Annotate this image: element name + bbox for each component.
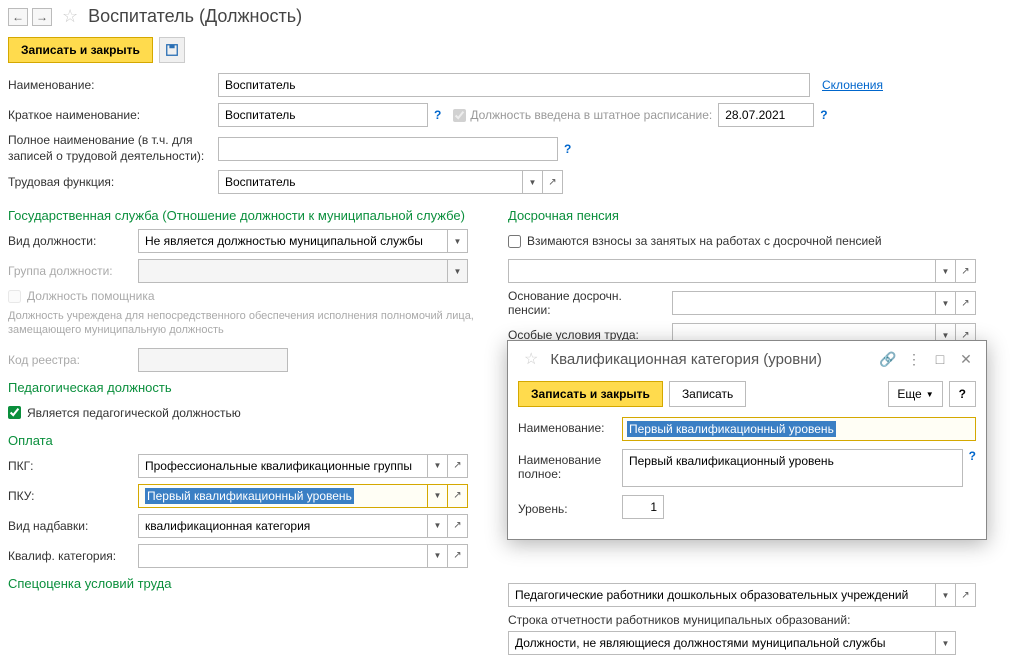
dropdown-button[interactable]: ▼ (936, 583, 956, 607)
help-icon[interactable]: ? (564, 142, 571, 156)
nav-forward-button[interactable]: → (32, 8, 52, 26)
bonus-input[interactable] (138, 514, 428, 538)
gov-section-title: Государственная служба (Отношение должно… (8, 208, 488, 223)
type-input[interactable] (138, 229, 448, 253)
pkg-label: ПКГ: (8, 459, 138, 473)
qual-label: Квалиф. категория: (8, 549, 138, 563)
pku-input[interactable]: Первый квалификационный уровень (138, 484, 428, 508)
save-and-close-button[interactable]: Записать и закрыть (8, 37, 153, 63)
maximize-icon[interactable]: □ (930, 349, 950, 369)
dropdown-button[interactable]: ▼ (428, 514, 448, 538)
pku-label: ПКУ: (8, 489, 138, 503)
page-header: ← → ☆ Воспитатель (Должность) (0, 0, 1024, 33)
qualification-dialog: ☆ Квалификационная категория (уровни) 🔗 … (507, 340, 987, 540)
reg-input (138, 348, 288, 372)
dialog-save-button[interactable]: Записать (669, 381, 746, 407)
main-toolbar: Записать и закрыть (0, 33, 1024, 73)
bonus-label: Вид надбавки: (8, 519, 138, 533)
report-line-label: Строка отчетности работников муниципальн… (508, 613, 1016, 627)
nav-back-button[interactable]: ← (8, 8, 28, 26)
type-label: Вид должности: (8, 234, 138, 248)
open-button[interactable]: ↗ (448, 454, 468, 478)
group-input (138, 259, 448, 283)
staffing-date-input[interactable] (718, 103, 814, 127)
dropdown-button[interactable]: ▼ (428, 454, 448, 478)
link-icon[interactable]: 🔗 (878, 349, 898, 369)
dialog-help-button[interactable]: ? (949, 381, 976, 407)
dialog-name-value: Первый квалификационный уровень (627, 421, 836, 437)
dialog-full-label: Наименование полное: (518, 449, 622, 481)
dialog-name-label: Наименование: (518, 417, 622, 435)
report-input2[interactable] (508, 631, 936, 655)
menu-icon[interactable]: ⋮ (904, 349, 924, 369)
dropdown-button[interactable]: ▼ (428, 484, 448, 508)
full-name-input[interactable] (218, 137, 558, 161)
pedagog-section-title: Педагогическая должность (8, 380, 488, 395)
dialog-level-label: Уровень: (518, 498, 622, 516)
payment-section-title: Оплата (8, 433, 488, 448)
help-icon[interactable]: ? (820, 108, 827, 122)
basis-input[interactable] (672, 291, 936, 315)
dropdown-button[interactable]: ▼ (448, 229, 468, 253)
open-button[interactable]: ↗ (543, 170, 563, 194)
pedagog-checkbox[interactable] (8, 406, 21, 419)
pension-chk-label: Взимаются взносы за занятых на работах с… (527, 234, 882, 248)
dropdown-button[interactable]: ▼ (936, 631, 956, 655)
save-button[interactable] (159, 37, 185, 63)
dialog-full-input[interactable] (622, 449, 963, 487)
dialog-title: Квалификационная категория (уровни) (550, 351, 872, 368)
help-icon[interactable]: ? (434, 108, 441, 122)
pku-selected-text: Первый квалификационный уровень (145, 488, 354, 504)
help-icon[interactable]: ? (969, 449, 976, 463)
name-label: Наименование: (8, 78, 218, 92)
pension-input1[interactable] (508, 259, 936, 283)
pension-section-title: Досрочная пенсия (508, 208, 1016, 223)
open-button[interactable]: ↗ (448, 514, 468, 538)
pension-checkbox[interactable] (508, 235, 521, 248)
dropdown-button[interactable]: ▼ (936, 291, 956, 315)
dialog-level-input[interactable] (622, 495, 664, 519)
function-input[interactable] (218, 170, 523, 194)
staffing-checkbox (453, 109, 466, 122)
open-button[interactable]: ↗ (956, 259, 976, 283)
assistant-label: Должность помощника (27, 289, 155, 303)
reg-label: Код реестра: (8, 353, 138, 367)
short-name-label: Краткое наименование: (8, 108, 218, 122)
dropdown-button: ▼ (448, 259, 468, 283)
report-input1[interactable] (508, 583, 936, 607)
dialog-name-input[interactable]: Первый квалификационный уровень (622, 417, 976, 441)
open-button[interactable]: ↗ (448, 544, 468, 568)
gov-note: Должность учреждена для непосредственног… (8, 309, 488, 338)
pkg-input[interactable] (138, 454, 428, 478)
open-button[interactable]: ↗ (956, 291, 976, 315)
basis-label: Основание досрочн. пенсии: (508, 289, 672, 317)
short-name-input[interactable] (218, 103, 428, 127)
page-title: Воспитатель (Должность) (88, 6, 302, 27)
dialog-save-close-button[interactable]: Записать и закрыть (518, 381, 663, 407)
close-icon[interactable]: ✕ (956, 349, 976, 369)
dropdown-button[interactable]: ▼ (523, 170, 543, 194)
name-input[interactable] (218, 73, 810, 97)
dropdown-button[interactable]: ▼ (428, 544, 448, 568)
open-button[interactable]: ↗ (956, 583, 976, 607)
pedagog-label: Является педагогической должностью (27, 406, 241, 420)
favorite-star-icon[interactable]: ☆ (524, 349, 538, 369)
dropdown-button[interactable]: ▼ (936, 259, 956, 283)
staffing-label: Должность введена в штатное расписание: (470, 108, 712, 122)
function-label: Трудовая функция: (8, 175, 218, 189)
favorite-star-icon[interactable]: ☆ (62, 6, 78, 27)
qual-input[interactable] (138, 544, 428, 568)
more-button[interactable]: Еще▼ (888, 381, 942, 407)
group-label: Группа должности: (8, 264, 138, 278)
spec-section-title: Спецоценка условий труда (8, 576, 488, 591)
full-name-label: Полное наименование (в т.ч. для записей … (8, 133, 218, 164)
declension-link[interactable]: Склонения (822, 78, 883, 92)
open-button[interactable]: ↗ (448, 484, 468, 508)
assistant-checkbox (8, 290, 21, 303)
